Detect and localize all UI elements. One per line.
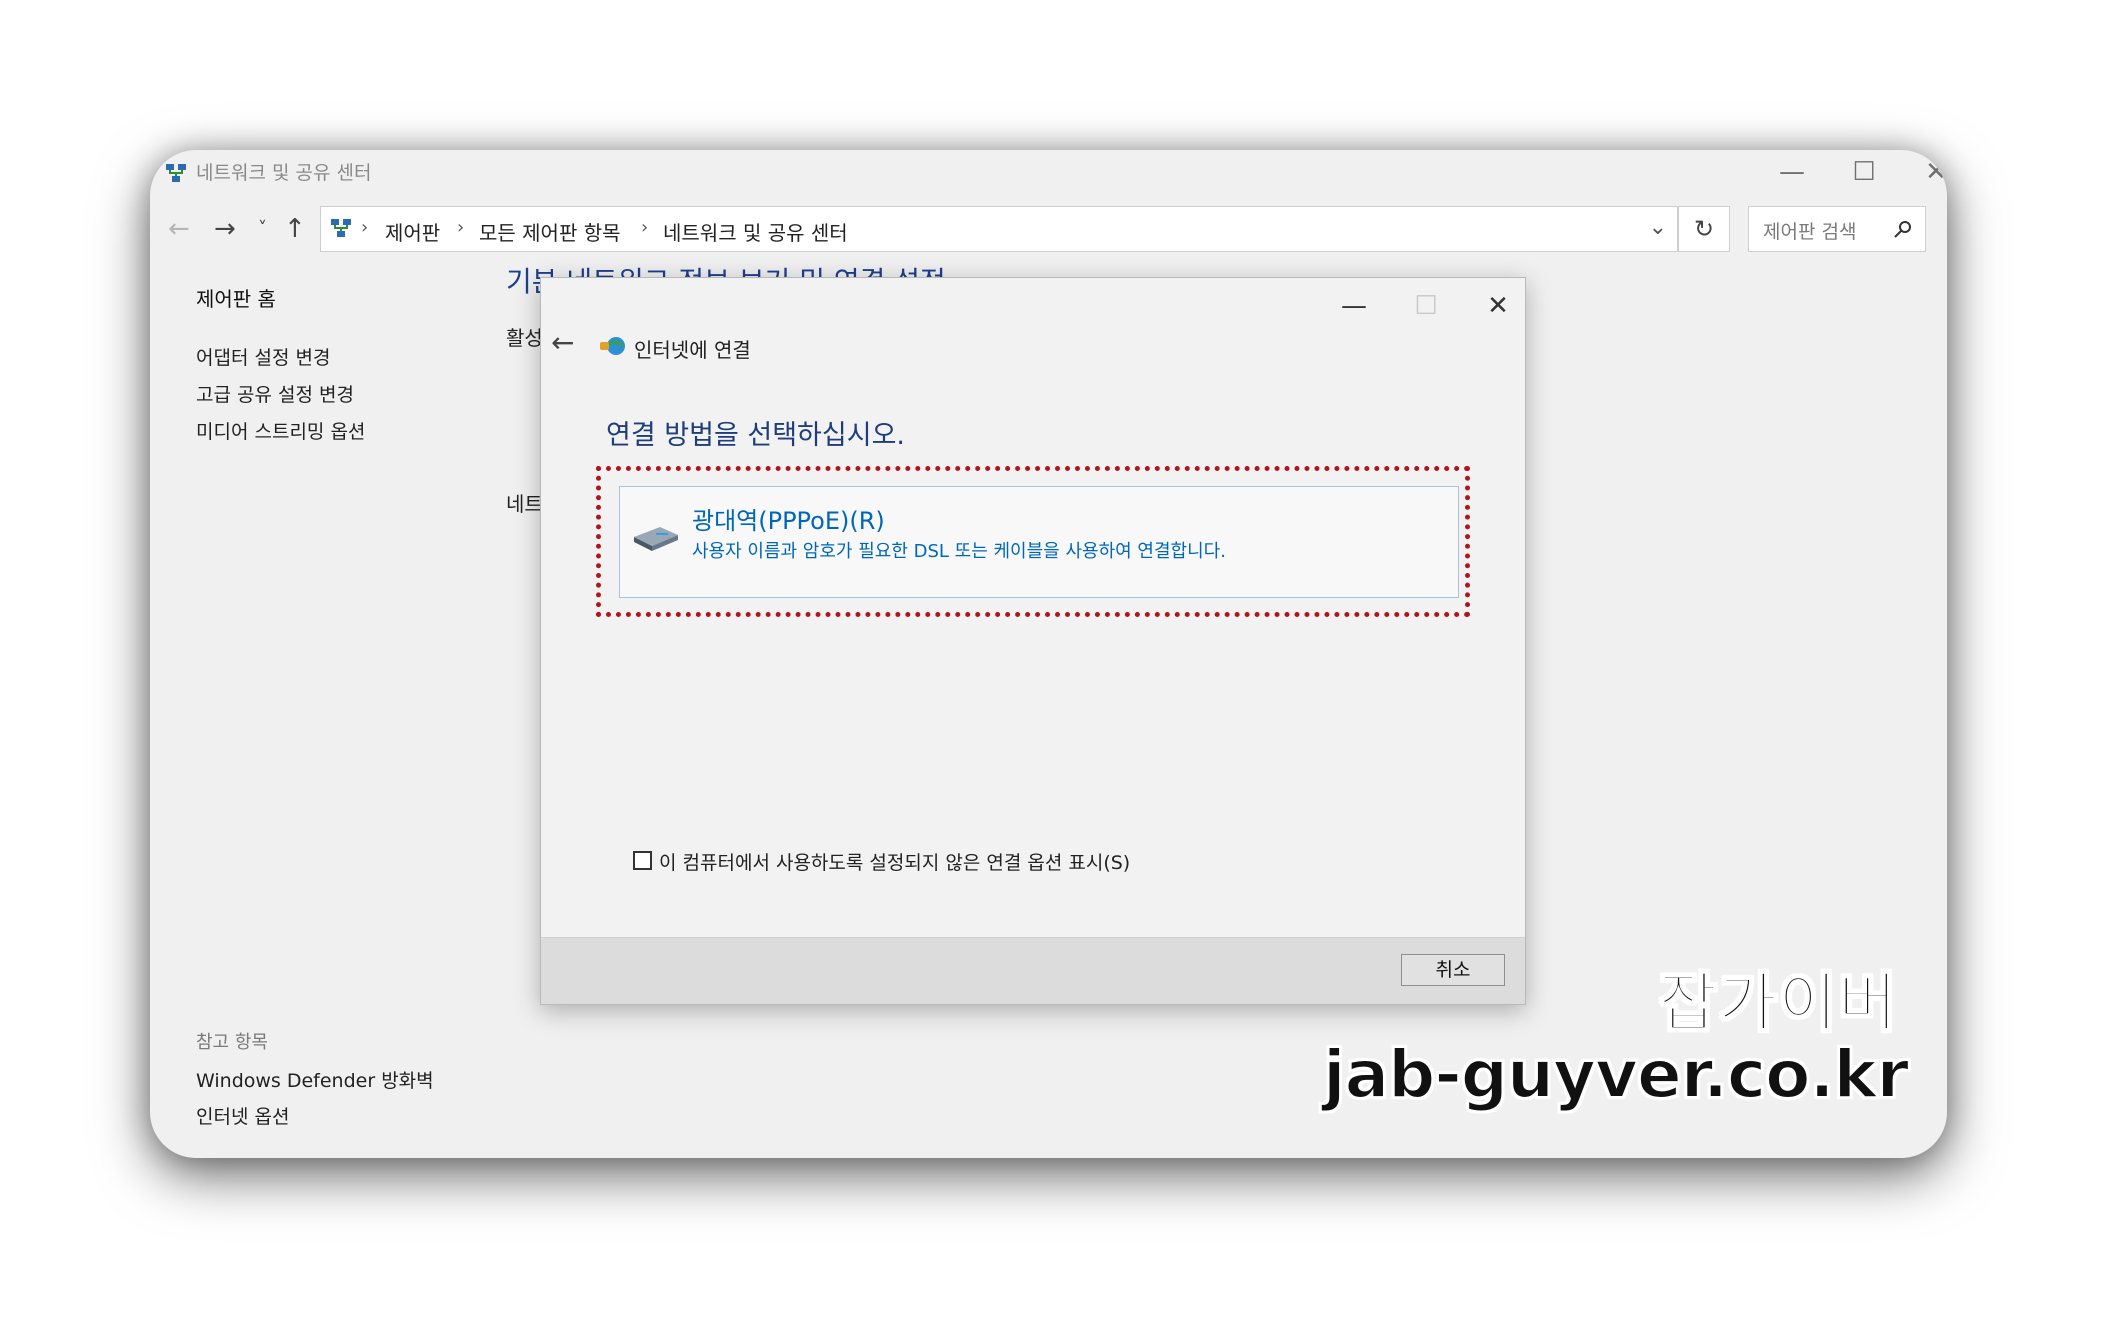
dialog-heading: 연결 방법을 선택하십시오. bbox=[606, 420, 905, 451]
sidebar-item-internet-options[interactable]: 인터넷 옵션 bbox=[196, 1102, 289, 1129]
network-icon bbox=[166, 164, 186, 182]
sidebar-item-defender-firewall[interactable]: Windows Defender 방화벽 bbox=[196, 1066, 434, 1093]
back-arrow-icon[interactable]: ← bbox=[168, 212, 190, 246]
modem-icon bbox=[634, 527, 678, 551]
search-icon bbox=[1894, 221, 1911, 238]
sidebar-item-adapter-settings[interactable]: 어댑터 설정 변경 bbox=[196, 343, 330, 370]
title-bar: 네트워크 및 공유 센터 bbox=[150, 150, 1947, 196]
forward-arrow-icon[interactable]: → bbox=[214, 212, 236, 246]
watermark-name: 잡가이버 bbox=[1657, 966, 1898, 1042]
breadcrumb-separator: › bbox=[457, 217, 465, 238]
breadcrumb-network-center[interactable]: 네트워크 및 공유 센터 bbox=[663, 217, 848, 246]
option-title: 광대역(PPPoE)(R) bbox=[692, 507, 885, 535]
watermark-url: jab-guyver.co.kr bbox=[1322, 1035, 1910, 1114]
internet-globe-icon bbox=[600, 337, 625, 355]
dialog-maximize-button: ☐ bbox=[1414, 291, 1438, 321]
see-also-header: 참고 항목 bbox=[196, 1032, 268, 1053]
network-icon bbox=[331, 219, 351, 237]
sidebar-control-panel-home[interactable]: 제어판 홈 bbox=[196, 283, 276, 312]
address-bar[interactable]: › 제어판 › 모든 제어판 항목 › 네트워크 및 공유 센터 ⌄ bbox=[320, 206, 1678, 252]
breadcrumb-control-panel[interactable]: 제어판 bbox=[385, 217, 440, 246]
search-input[interactable]: 제어판 검색 bbox=[1748, 206, 1926, 252]
network-settings-label: 네트 bbox=[506, 492, 543, 516]
connect-to-internet-dialog: — ☐ ✕ ← 인터넷에 연결 연결 방법을 선택하십시오. 광대역(PPPoE… bbox=[540, 277, 1526, 1005]
broadband-pppoe-option[interactable]: 광대역(PPPoE)(R) 사용자 이름과 암호가 필요한 DSL 또는 케이블… bbox=[619, 486, 1459, 598]
chevron-down-icon[interactable]: ⌄ bbox=[1649, 215, 1667, 240]
minimize-button-2[interactable]: — bbox=[1762, 154, 1822, 190]
maximize-button-2[interactable]: ☐ bbox=[1834, 154, 1894, 190]
close-button[interactable]: ✕ bbox=[1906, 154, 1947, 190]
back-arrow-icon[interactable]: ← bbox=[551, 326, 574, 359]
sidebar-item-advanced-sharing[interactable]: 고급 공유 설정 변경 bbox=[196, 380, 354, 407]
search-placeholder: 제어판 검색 bbox=[1763, 221, 1857, 243]
dialog-title: 인터넷에 연결 bbox=[634, 338, 751, 362]
window-title: 네트워크 및 공유 센터 bbox=[196, 162, 372, 184]
refresh-button[interactable]: ↻ bbox=[1678, 206, 1730, 252]
recent-locations-icon[interactable]: ˅ bbox=[258, 212, 267, 246]
breadcrumb-all-items[interactable]: 모든 제어판 항목 bbox=[479, 217, 621, 246]
dialog-footer: 취소 bbox=[541, 937, 1525, 1004]
up-arrow-icon[interactable]: ↑ bbox=[284, 212, 306, 246]
show-options-checkbox[interactable] bbox=[633, 851, 652, 870]
sidebar-item-media-streaming[interactable]: 미디어 스트리밍 옵션 bbox=[196, 417, 365, 444]
dialog-close-button[interactable]: ✕ bbox=[1469, 284, 1527, 328]
active-networks-label: 활성 bbox=[506, 326, 543, 350]
breadcrumb-separator: › bbox=[641, 217, 649, 238]
option-description: 사용자 이름과 암호가 필요한 DSL 또는 케이블을 사용하여 연결합니다. bbox=[692, 541, 1226, 562]
show-options-label[interactable]: 이 컴퓨터에서 사용하도록 설정되지 않은 연결 옵션 표시(S) bbox=[659, 848, 1130, 875]
dialog-minimize-button[interactable]: — bbox=[1325, 284, 1383, 328]
cancel-button[interactable]: 취소 bbox=[1401, 954, 1505, 986]
breadcrumb-separator: › bbox=[361, 217, 369, 238]
